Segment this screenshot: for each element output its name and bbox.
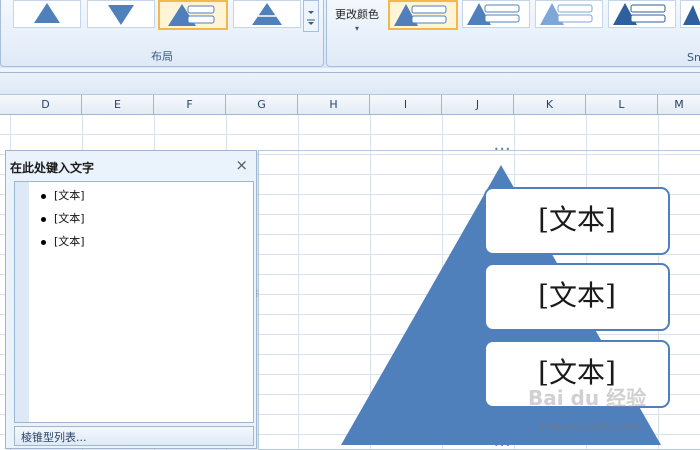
- column-header-k[interactable]: K: [514, 95, 586, 114]
- list-item-text: [文本]: [54, 235, 85, 248]
- style-preview-icon: [683, 5, 700, 25]
- column-header-j[interactable]: J: [442, 95, 514, 114]
- pyramid-layout-icon: [34, 3, 60, 23]
- editor-rail: [15, 182, 29, 422]
- column-header-l[interactable]: L: [586, 95, 658, 114]
- column-headers: D E F G H I J K L M: [0, 95, 700, 115]
- close-icon[interactable]: ×: [235, 156, 248, 174]
- layout-group-label: 布局: [151, 50, 173, 63]
- pyramid-list-layout-icon: [168, 4, 215, 26]
- inverted-pyramid-layout-icon: [108, 5, 134, 25]
- bullet-icon: [41, 216, 46, 222]
- change-color-label: 更改颜色: [335, 8, 379, 21]
- chevron-down-icon: ▾: [354, 24, 359, 33]
- bullet-list: [文本] [文本] [文本]: [41, 187, 85, 256]
- smartart-text-box[interactable]: [文本]: [484, 263, 670, 331]
- segmented-pyramid-layout-icon: [252, 3, 282, 25]
- column-header-d[interactable]: D: [10, 95, 82, 114]
- style-option-5[interactable]: [680, 0, 700, 28]
- bullet-icon: [41, 193, 46, 199]
- list-item-text: [文本]: [54, 212, 85, 225]
- layout-gallery-scroll[interactable]: [303, 0, 319, 32]
- style-option-2[interactable]: [462, 0, 530, 28]
- smartart-styles-label: Sn: [687, 51, 700, 64]
- column-header-e[interactable]: E: [82, 95, 154, 114]
- layout-option-2[interactable]: [87, 0, 155, 28]
- change-color-button[interactable]: 更改颜色 ▾: [330, 2, 384, 42]
- ribbon: 布局 Sn 更改颜色 ▾: [0, 0, 700, 69]
- layout-option-4[interactable]: [233, 0, 301, 28]
- watermark-url: jingyan.baidu.com: [538, 420, 640, 433]
- style-preview-icon: [394, 4, 447, 26]
- style-preview-icon: [540, 3, 593, 25]
- column-header-h[interactable]: H: [298, 95, 370, 114]
- column-header-g[interactable]: G: [226, 95, 298, 114]
- gallery-more-icon: [307, 11, 315, 25]
- text-pane-editor[interactable]: [文本] [文本] [文本]: [14, 181, 254, 423]
- bullet-icon: [41, 239, 46, 245]
- formula-bar-area: [0, 68, 700, 95]
- layout-option-pyramid-list[interactable]: [158, 0, 228, 30]
- list-item[interactable]: [文本]: [41, 210, 85, 233]
- column-header-m[interactable]: M: [658, 95, 700, 114]
- style-preview-icon: [613, 3, 666, 25]
- divider: [0, 72, 700, 73]
- style-option-4[interactable]: [608, 0, 676, 28]
- style-option-3[interactable]: [535, 0, 603, 28]
- smartart-text-box[interactable]: [文本]: [484, 187, 670, 255]
- style-preview-icon: [467, 3, 520, 25]
- watermark-logo: Bai du 经验: [528, 386, 647, 410]
- layout-group: 布局: [0, 0, 324, 67]
- list-item[interactable]: [文本]: [41, 233, 85, 256]
- column-header-f[interactable]: F: [154, 95, 226, 114]
- list-item[interactable]: [文本]: [41, 187, 85, 210]
- column-header-i[interactable]: I: [370, 95, 442, 114]
- layout-option-1[interactable]: [13, 0, 81, 28]
- text-pane-title: 在此处键入文字: [10, 161, 95, 175]
- list-item-text: [文本]: [54, 189, 85, 202]
- style-option-1[interactable]: [388, 0, 458, 30]
- layout-name-link[interactable]: 棱锥型列表...: [21, 429, 87, 445]
- smartart-text-pane: 在此处键入文字 × [文本] [文本] [文本] 棱锥型列表...: [5, 150, 257, 449]
- layout-name-footer[interactable]: 棱锥型列表...: [14, 426, 254, 446]
